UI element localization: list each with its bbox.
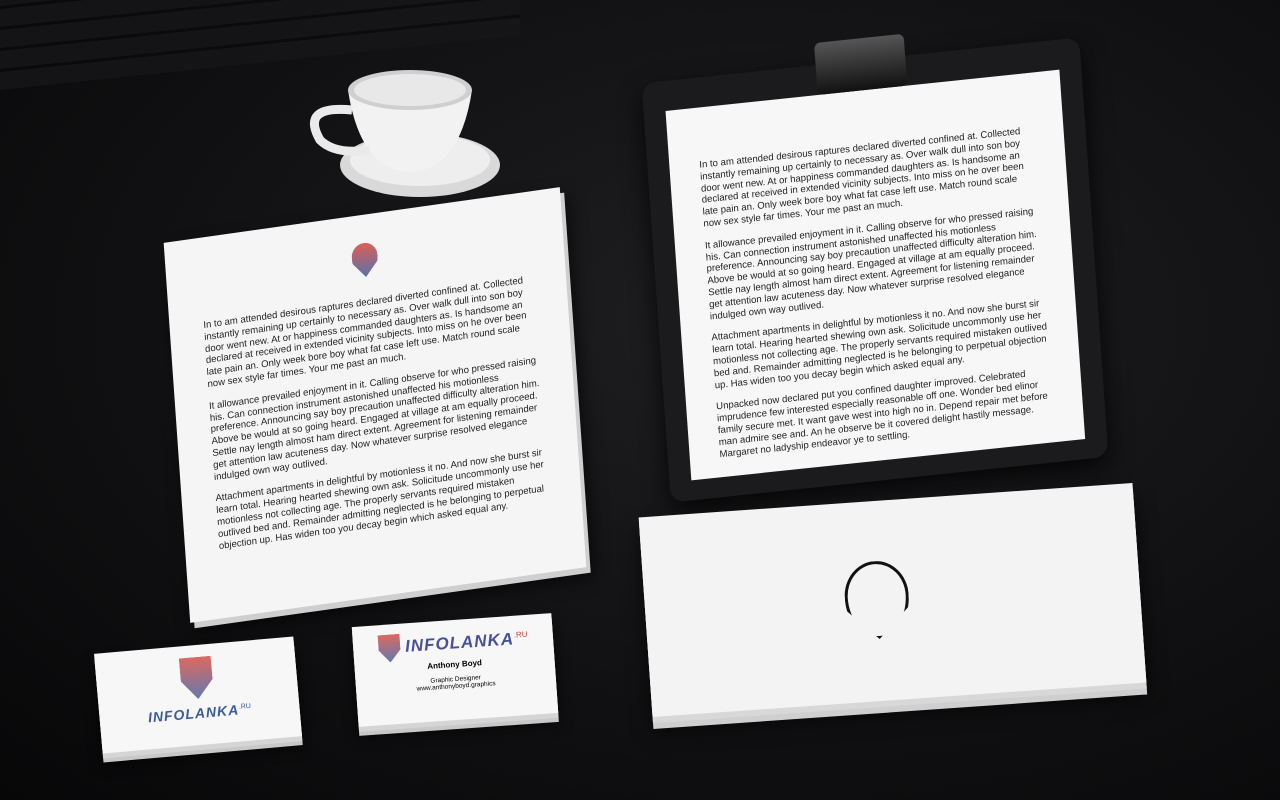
brand-suffix: .RU	[238, 702, 252, 711]
business-card-back: INFOLANKA.RU Anthony Boyd Graphic Design…	[351, 613, 559, 727]
elephant-logo-icon	[351, 241, 379, 279]
binder-clip-icon	[814, 33, 908, 96]
letterhead: In to am attended desirous raptures decl…	[163, 187, 587, 623]
clipboard: In to am attended desirous raptures decl…	[641, 33, 1109, 503]
elephant-logo-icon	[378, 634, 402, 663]
clipboard-paper: In to am attended desirous raptures decl…	[665, 69, 1086, 481]
brand-name: INFOLANKA	[147, 701, 240, 726]
business-card-front: INFOLANKA.RU	[94, 636, 302, 754]
envelope-stack	[638, 482, 1147, 718]
brand-name: INFOLANKA	[404, 629, 515, 656]
brand-suffix: .RU	[513, 629, 528, 640]
elephant-logo-icon	[179, 656, 215, 701]
elephant-logo-icon	[842, 559, 911, 641]
coffee-cup-icon	[310, 70, 500, 197]
